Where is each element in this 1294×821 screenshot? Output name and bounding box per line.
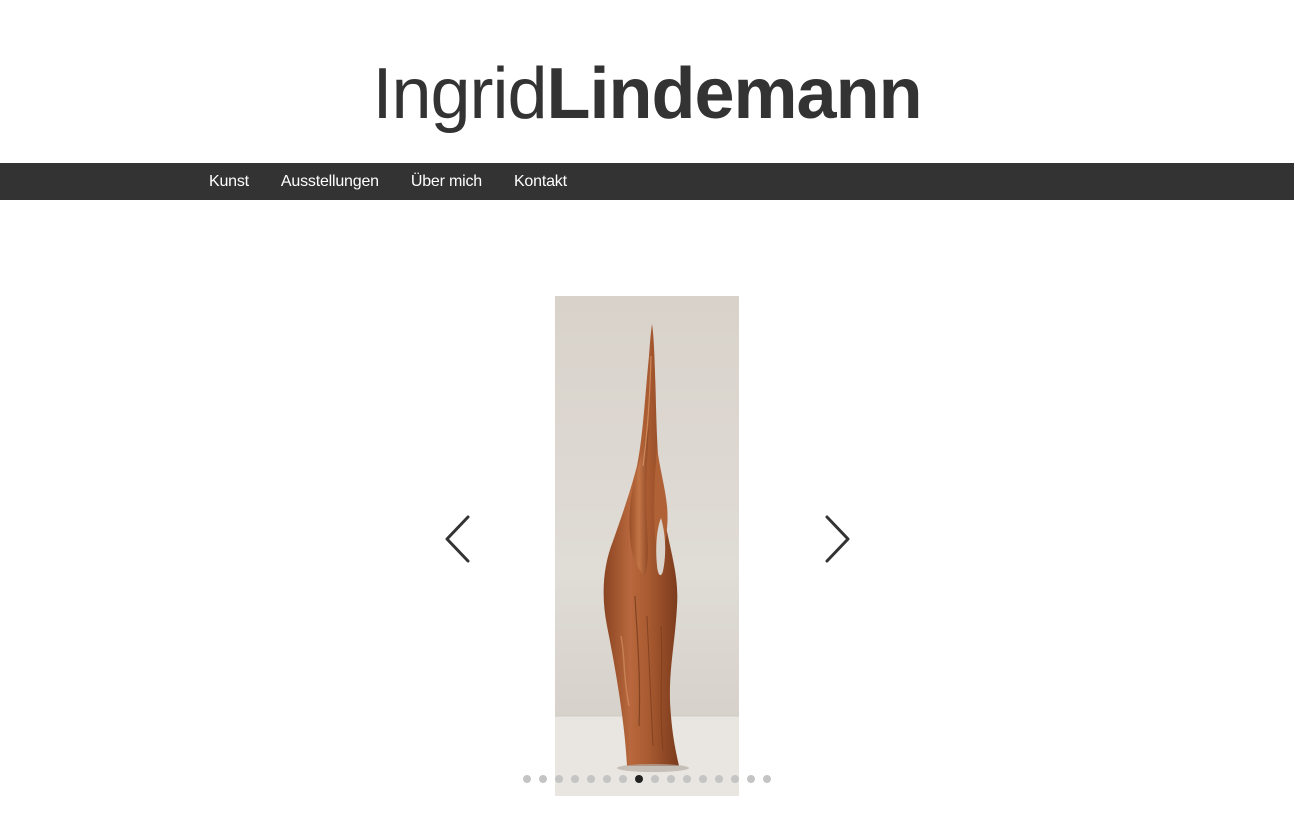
slider-dot[interactable] bbox=[731, 775, 739, 783]
site-header: IngridLindemann bbox=[0, 0, 1294, 163]
nav-item-ueber-mich[interactable]: Über mich bbox=[395, 163, 498, 200]
chevron-left-icon bbox=[445, 515, 470, 563]
nav-item-ausstellungen[interactable]: Ausstellungen bbox=[265, 163, 395, 200]
slide-image-wood-sculpture bbox=[555, 296, 739, 796]
image-slider bbox=[0, 200, 1294, 821]
slider-dot[interactable] bbox=[603, 775, 611, 783]
slider-dot[interactable] bbox=[539, 775, 547, 783]
slider-dot[interactable] bbox=[523, 775, 531, 783]
slider-dot[interactable] bbox=[587, 775, 595, 783]
slider-dot[interactable] bbox=[635, 775, 643, 783]
slider-dot[interactable] bbox=[667, 775, 675, 783]
slider-dot[interactable] bbox=[747, 775, 755, 783]
logo-first-name: Ingrid bbox=[372, 54, 547, 134]
chevron-right-icon bbox=[825, 515, 850, 563]
slider-dot[interactable] bbox=[619, 775, 627, 783]
slider-pagination bbox=[0, 775, 1294, 785]
main-navigation: Kunst Ausstellungen Über mich Kontakt bbox=[0, 163, 1294, 200]
prev-slide-button[interactable] bbox=[443, 514, 473, 564]
nav-item-kontakt[interactable]: Kontakt bbox=[498, 163, 583, 200]
slider-dot[interactable] bbox=[571, 775, 579, 783]
slider-dot[interactable] bbox=[763, 775, 771, 783]
slider-dot[interactable] bbox=[683, 775, 691, 783]
nav-item-kunst[interactable]: Kunst bbox=[193, 163, 265, 200]
slider-dot[interactable] bbox=[555, 775, 563, 783]
slider-dot[interactable] bbox=[699, 775, 707, 783]
slider-dot[interactable] bbox=[651, 775, 659, 783]
slider-dot[interactable] bbox=[715, 775, 723, 783]
logo-last-name: Lindemann bbox=[546, 54, 923, 134]
next-slide-button[interactable] bbox=[822, 514, 852, 564]
site-logo[interactable]: IngridLindemann bbox=[0, 52, 1294, 136]
nav-list: Kunst Ausstellungen Über mich Kontakt bbox=[193, 163, 583, 200]
